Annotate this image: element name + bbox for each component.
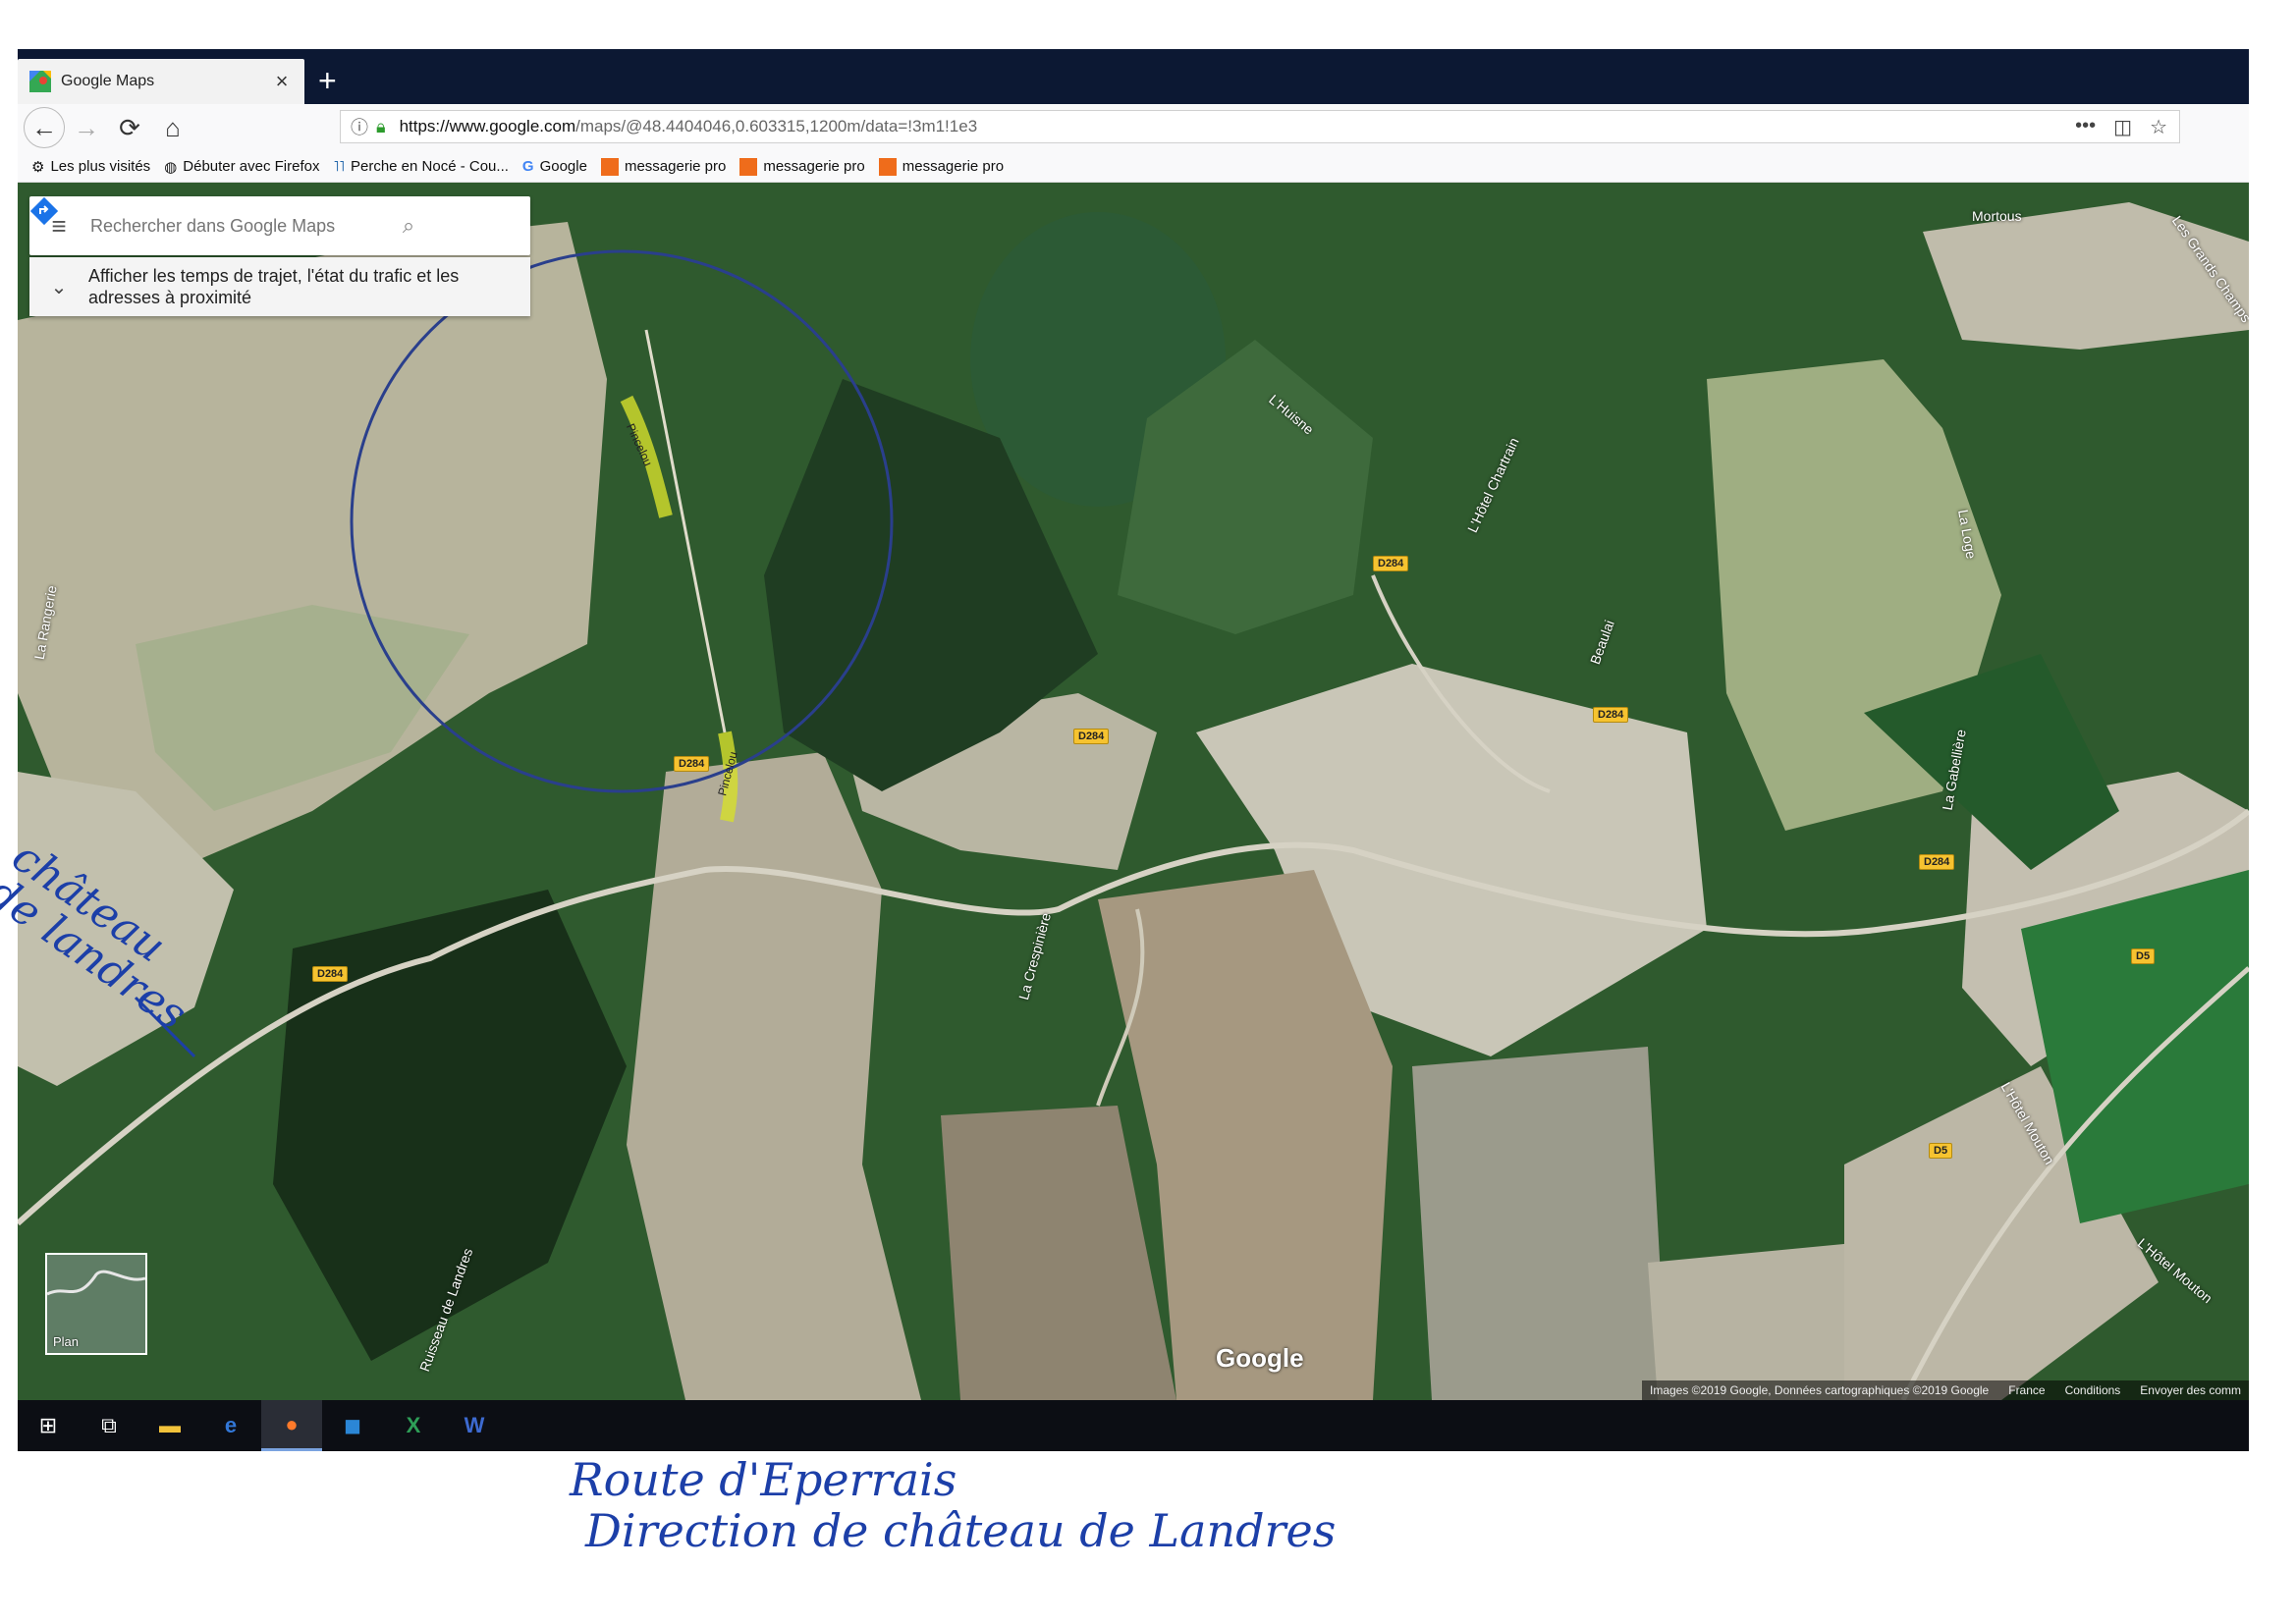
tab-google-maps[interactable]: Google Maps × — [18, 59, 304, 104]
screenshot-frame: Google Maps × + ← → ⟳ ⌂ ⓘ 🔒︎ https://www… — [18, 49, 2249, 1451]
tab-bar: Google Maps × + — [18, 49, 2249, 104]
road-badge: D284 — [1373, 556, 1409, 571]
road-badge: D284 — [1919, 854, 1955, 870]
road-badge: D284 — [1593, 707, 1629, 723]
bookmark-most-visited[interactable]: ⚙ Les plus visités — [31, 158, 150, 176]
google-icon: G — [521, 158, 534, 175]
bookmark-label: Débuter avec Firefox — [183, 158, 320, 175]
back-button[interactable]: ← — [24, 107, 65, 148]
map-attribution: Images ©2019 Google, Données cartographi… — [1641, 1380, 2249, 1400]
traffic-info-panel[interactable]: ⌄ Afficher les temps de trajet, l'état d… — [29, 257, 530, 316]
bookmark-label: messagerie pro — [624, 158, 727, 175]
navigation-bar: ← → ⟳ ⌂ ⓘ 🔒︎ https://www.google.com/maps… — [18, 104, 2249, 151]
bookmark-label: messagerie pro — [902, 158, 1005, 175]
url-text[interactable]: https://www.google.com/maps/@48.4404046,… — [400, 117, 978, 136]
attribution-feedback-link[interactable]: Envoyer des comm — [2140, 1383, 2241, 1397]
handwritten-bottom-line2: Direction de château de Landres — [585, 1504, 1337, 1557]
globe-icon: ◍ — [164, 158, 178, 176]
chevron-down-icon: ⌄ — [50, 276, 68, 298]
bookmark-label: Perche en Nocé - Cou... — [350, 158, 509, 175]
windows-taskbar: ⊞ ⧉ ▬ e ● ◼ X W — [18, 1400, 2249, 1451]
page-actions-icon[interactable]: ••• — [2075, 115, 2096, 139]
search-icon[interactable]: ⌕ — [387, 213, 430, 239]
site-icon: ˥˥ — [333, 158, 345, 175]
bookmark-star-icon[interactable]: ☆ — [2150, 115, 2167, 139]
attribution-terms-link[interactable]: Conditions — [2065, 1383, 2121, 1397]
bookmark-messagerie-3[interactable]: messagerie pro — [878, 157, 1005, 176]
bookmark-getting-started[interactable]: ◍ Débuter avec Firefox — [164, 158, 319, 176]
road-badge: D284 — [312, 966, 349, 982]
firefox-icon[interactable]: ● — [261, 1400, 322, 1451]
maps-search-box: ≡ ⌕ — [29, 196, 530, 255]
file-explorer-icon[interactable]: ▬ — [139, 1400, 200, 1451]
pocket-icon[interactable]: ◫ — [2113, 115, 2132, 139]
windows-start-icon[interactable]: ⊞ — [18, 1400, 79, 1451]
handwritten-bottom-line1: Route d'Eperrais — [570, 1453, 957, 1506]
forward-button[interactable]: → — [65, 106, 108, 149]
orange-icon — [739, 157, 758, 176]
gear-icon: ⚙ — [31, 158, 45, 176]
plan-label: Plan — [53, 1334, 80, 1349]
road-badge: D284 — [674, 756, 710, 772]
task-view-icon[interactable]: ⧉ — [79, 1400, 139, 1451]
google-maps-favicon-icon — [29, 71, 51, 92]
info-icon[interactable]: ⓘ — [351, 114, 368, 139]
bookmark-google[interactable]: G Google — [522, 158, 587, 175]
attribution-country[interactable]: France — [2008, 1383, 2045, 1397]
word-icon[interactable]: W — [444, 1400, 505, 1451]
new-tab-icon[interactable]: + — [318, 61, 337, 100]
orange-icon — [878, 157, 897, 176]
road-badge: D5 — [2131, 948, 2156, 964]
reload-button[interactable]: ⟳ — [108, 106, 151, 149]
satellite-map[interactable]: D284 D284 D284 D284 D284 D284 D5 D5 Mort… — [18, 183, 2249, 1400]
plan-layer-toggle[interactable]: Plan — [45, 1253, 147, 1355]
bookmark-label: Google — [539, 158, 587, 175]
search-input[interactable] — [88, 214, 387, 238]
orange-icon — [600, 157, 619, 176]
place-label: Mortous — [1972, 208, 2022, 224]
home-button[interactable]: ⌂ — [151, 106, 194, 149]
road-badge: D284 — [1073, 729, 1110, 744]
traffic-info-text: Afficher les temps de trajet, l'état du … — [88, 266, 460, 307]
bookmark-perche[interactable]: ˥˥ Perche en Nocé - Cou... — [334, 158, 509, 175]
bookmark-messagerie-2[interactable]: messagerie pro — [739, 157, 865, 176]
outlook-icon[interactable]: ◼ — [322, 1400, 383, 1451]
road-badge: D5 — [1929, 1143, 1953, 1159]
tab-title: Google Maps — [61, 73, 155, 89]
close-tab-icon[interactable]: × — [271, 69, 293, 94]
lock-icon: 🔒︎ — [376, 116, 386, 136]
url-path: /maps/@48.4404046,0.603315,1200m/data=!3… — [575, 117, 978, 135]
directions-icon[interactable] — [29, 196, 469, 245]
url-host: https://www.google.com — [399, 117, 576, 135]
bookmarks-toolbar: ⚙ Les plus visités ◍ Débuter avec Firefox … — [18, 151, 2249, 183]
attribution-text: Images ©2019 Google, Données cartographi… — [1649, 1383, 1990, 1397]
google-logo: Google — [1216, 1343, 1304, 1373]
edge-icon[interactable]: e — [200, 1400, 261, 1451]
bookmark-label: Les plus visités — [50, 158, 151, 175]
bookmark-label: messagerie pro — [763, 158, 865, 175]
satellite-imagery — [18, 183, 2249, 1400]
bookmark-messagerie-1[interactable]: messagerie pro — [600, 157, 727, 176]
excel-icon[interactable]: X — [383, 1400, 444, 1451]
url-bar[interactable]: ⓘ 🔒︎ https://www.google.com/maps/@48.440… — [340, 110, 2180, 143]
